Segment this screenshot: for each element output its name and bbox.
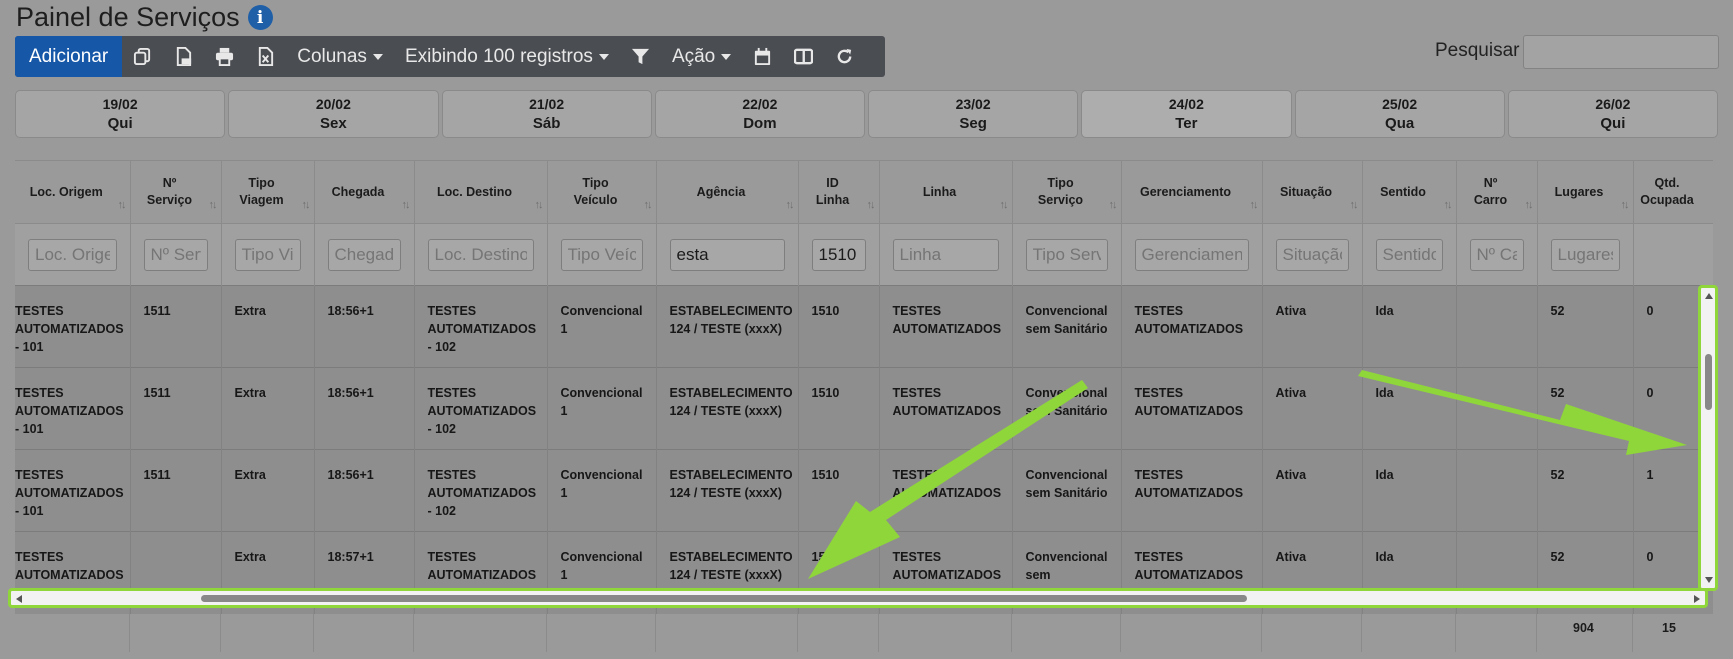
- annotation-arrows: [808, 370, 1687, 579]
- annotation-arrow-right: [1358, 370, 1687, 455]
- annotation-arrow-left: [808, 380, 1088, 579]
